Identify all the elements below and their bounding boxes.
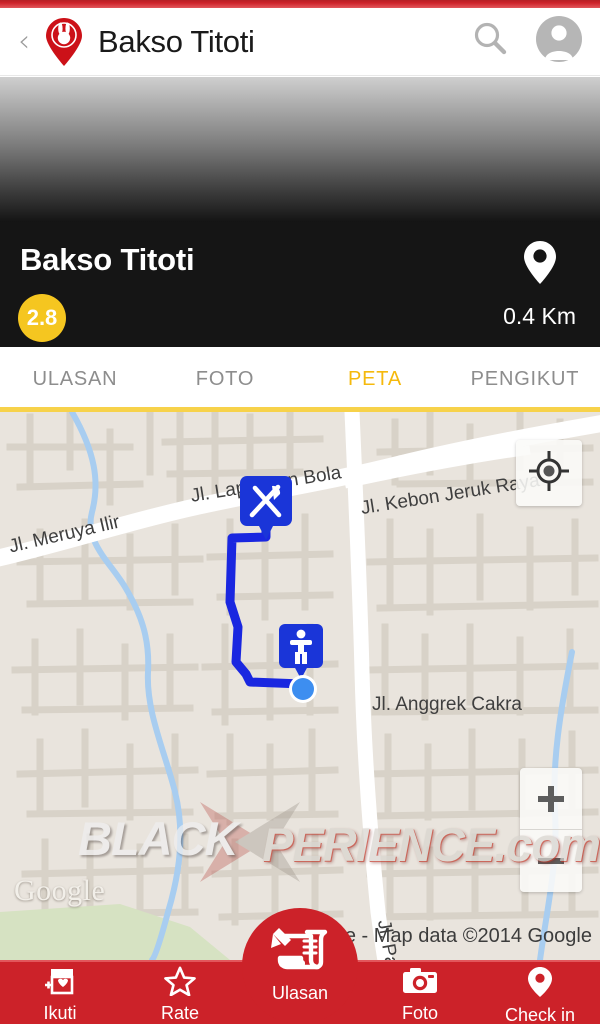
zoom-out-button[interactable]: [520, 830, 582, 892]
nav-item-checkin[interactable]: Check in: [480, 962, 600, 1024]
tab-ulasan[interactable]: ULASAN: [0, 347, 150, 412]
nav-item-ikuti[interactable]: Ikuti: [0, 962, 120, 1024]
search-icon[interactable]: [470, 19, 510, 64]
place-name: Bakso Titoti: [20, 242, 195, 277]
location-pin-icon: [527, 966, 553, 1003]
distance-block: 0.4 Km: [503, 240, 576, 330]
restaurant-marker[interactable]: [238, 474, 294, 551]
status-accent-bar: [0, 0, 600, 8]
nav-label-checkin: Check in: [504, 1005, 576, 1024]
google-logo: Google: [14, 874, 106, 907]
store-heart-icon: [43, 966, 77, 1001]
crosshair-icon: [527, 449, 571, 498]
my-location-button[interactable]: [516, 440, 582, 506]
current-location-dot: [288, 674, 318, 709]
tab-bar: ULASAN FOTO PETA PENGIKUT: [0, 347, 600, 412]
nav-label-ulasan: Ulasan: [271, 983, 329, 1003]
rabbit-pin-logo: [44, 16, 84, 68]
nav-label-foto: Foto: [401, 1003, 439, 1023]
zoom-controls: [520, 768, 582, 892]
app-header: ‹ Bakso Titoti: [0, 8, 600, 76]
star-icon: [163, 966, 197, 1001]
avatar-icon[interactable]: [536, 16, 582, 67]
app-screen: ‹ Bakso Titoti Bakso Titoti 2.8 0.4 Km U…: [0, 0, 600, 1024]
zoom-in-button[interactable]: [520, 768, 582, 830]
tab-peta[interactable]: PETA: [300, 347, 450, 412]
camera-icon: [402, 966, 438, 1001]
nav-item-foto[interactable]: Foto: [360, 962, 480, 1024]
map-attribution: e - Map data ©2014 Google: [344, 925, 592, 947]
nav-item-ulasan-fab[interactable]: Ulasan: [242, 908, 358, 1024]
plus-icon: [538, 785, 564, 812]
place-info-panel: Bakso Titoti 2.8 0.4 Km: [0, 222, 600, 347]
nav-label-rate: Rate: [160, 1003, 200, 1023]
header-actions: [470, 16, 582, 67]
rating-badge: 2.8: [18, 294, 66, 342]
distance-value: 0.4 Km: [503, 303, 576, 329]
location-pin-icon: [522, 240, 558, 291]
review-pen-icon: [271, 922, 329, 979]
nav-label-ikuti: Ikuti: [43, 1003, 77, 1023]
minus-icon: [538, 858, 564, 864]
back-button[interactable]: ‹: [18, 26, 40, 57]
road-label-anggrek-cakra: Jl. Anggrek Cakra: [372, 694, 522, 715]
page-title: Bakso Titoti: [98, 23, 255, 59]
tab-foto[interactable]: FOTO: [150, 347, 300, 412]
place-hero-image: [0, 77, 600, 222]
map-view[interactable]: Jl. Meruya Ilir Jl. Lapangan Bola Jl. Ke…: [0, 412, 600, 960]
nav-item-rate[interactable]: Rate: [120, 962, 240, 1024]
tab-pengikut[interactable]: PENGIKUT: [450, 347, 600, 412]
